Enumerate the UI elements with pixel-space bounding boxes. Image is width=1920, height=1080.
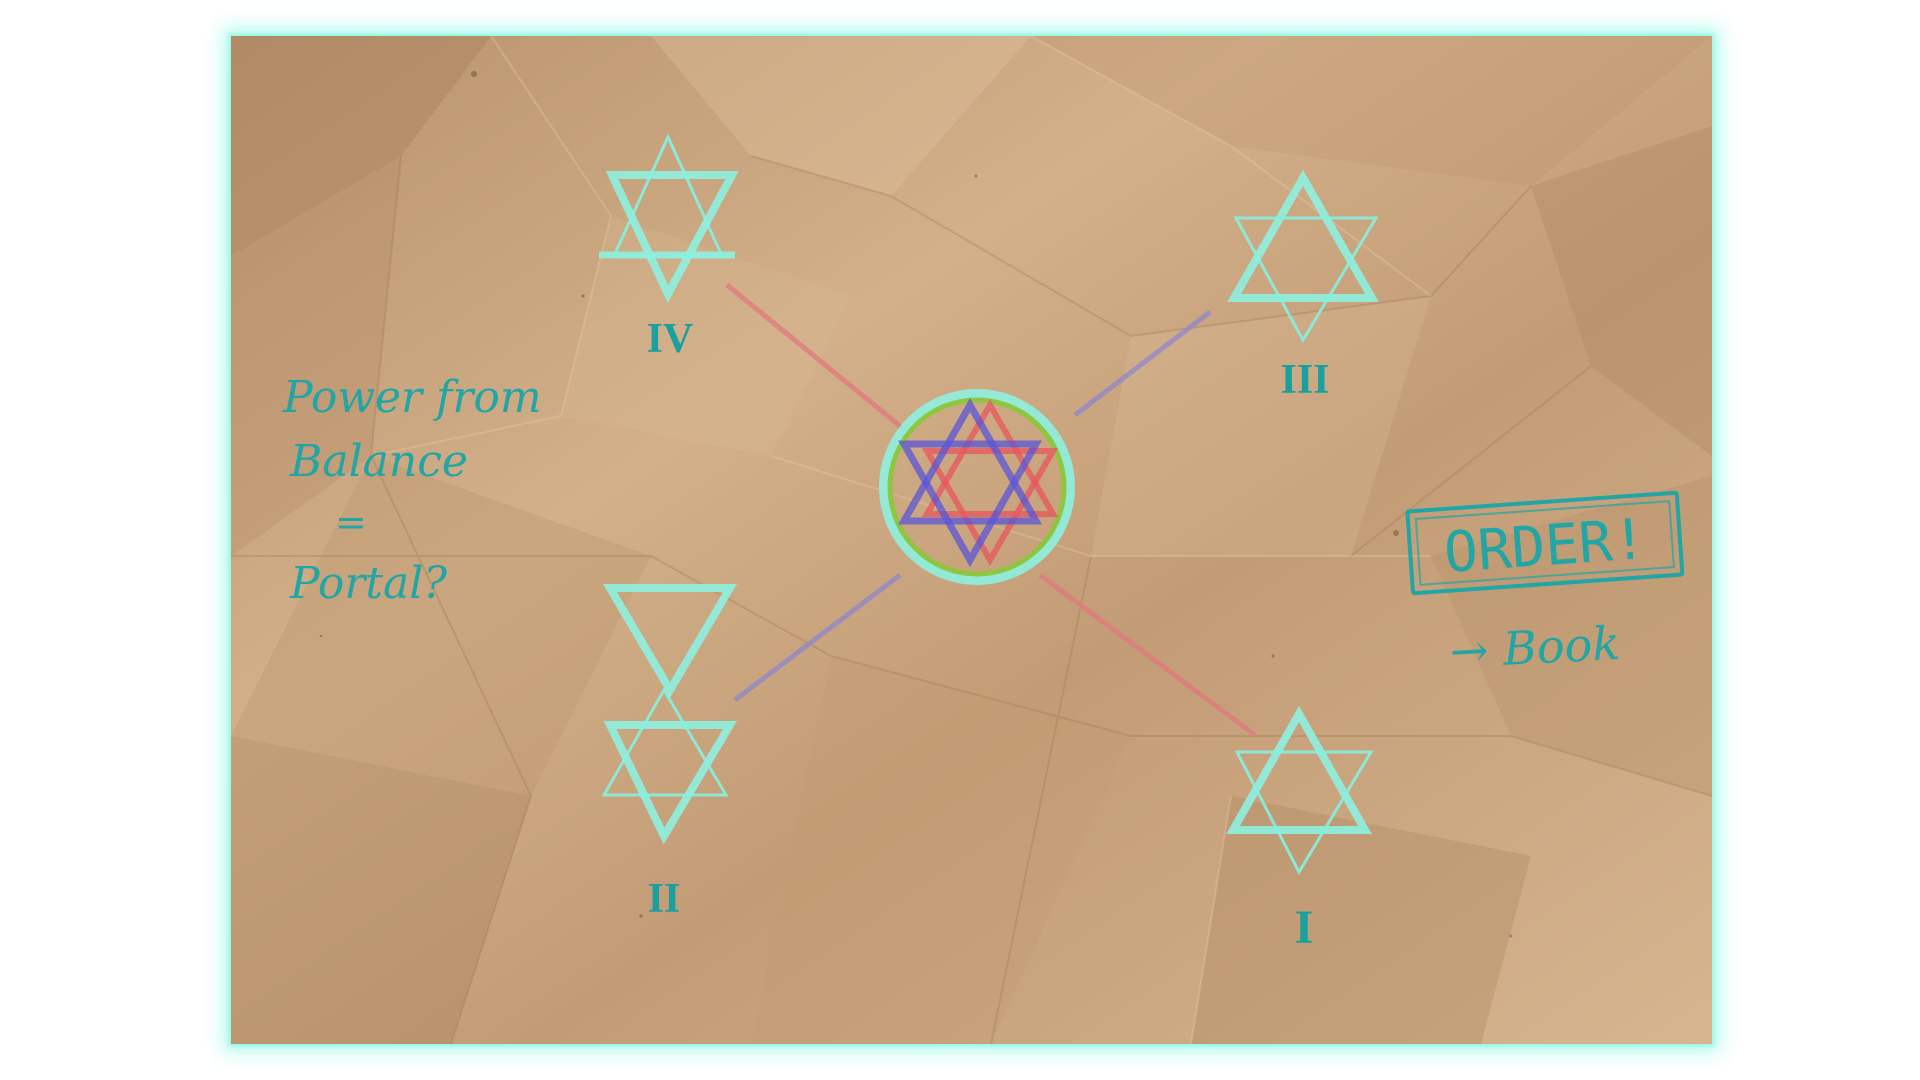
order-book-note: → Book (1449, 616, 1622, 679)
star-iv-hexagram-icon[interactable] (599, 133, 739, 303)
note-line-3: = (335, 500, 367, 544)
line-center-to-iii (1073, 310, 1212, 417)
note-line-4: Portal? (289, 558, 447, 609)
line-iv-to-center (725, 283, 907, 432)
central-portal-hexagram-icon[interactable] (879, 389, 1075, 585)
numeral-iv-label: IV (647, 316, 694, 362)
note-line-2: Balance (289, 436, 468, 487)
star-iii-hexagram-icon[interactable] (1227, 169, 1379, 344)
game-screen: IV III II I Power from Balance = Portal?… (0, 0, 1920, 1080)
ritual-diagram: IV III II I Power from Balance = Portal?… (282, 133, 1685, 954)
handwritten-note: Power from Balance = Portal? (282, 372, 542, 609)
order-stamp[interactable]: ORDER! (1405, 490, 1685, 596)
line-ii-to-center (733, 573, 902, 702)
note-line-1: Power from (282, 372, 542, 423)
star-i-hexagram-icon[interactable] (1226, 705, 1374, 876)
numeral-iii-label: III (1280, 357, 1329, 403)
numeral-i-label: I (1295, 901, 1314, 954)
line-center-to-i (1038, 572, 1257, 738)
numeral-ii-label: II (648, 876, 681, 922)
order-stamp-text: ORDER! (1442, 507, 1648, 586)
